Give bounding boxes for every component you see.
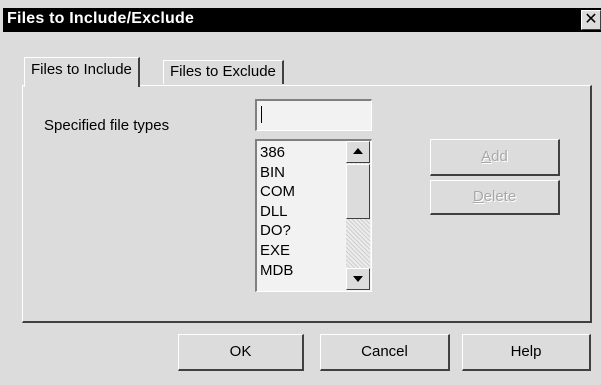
list-item[interactable]: EXE bbox=[260, 241, 295, 261]
close-icon: ✕ bbox=[584, 11, 598, 28]
add-button-label: dd bbox=[491, 148, 508, 165]
scroll-up-arrow-icon bbox=[353, 148, 363, 154]
list-item[interactable]: DO? bbox=[260, 221, 295, 241]
list-item[interactable]: MDB bbox=[260, 261, 295, 281]
tab-files-to-exclude[interactable]: Files to Exclude bbox=[163, 60, 284, 84]
delete-button-mnemonic: D bbox=[472, 188, 484, 205]
list-item[interactable]: COM bbox=[260, 182, 295, 202]
list-item[interactable]: DLL bbox=[260, 202, 295, 222]
ok-button[interactable]: OK bbox=[178, 334, 304, 371]
title-bar[interactable]: Files to Include/Exclude ✕ bbox=[3, 8, 601, 32]
tab-files-to-include[interactable]: Files to Include bbox=[24, 57, 140, 87]
add-button-mnemonic: A bbox=[481, 148, 492, 165]
file-types-list: 386 BIN COM DLL DO? EXE MDB bbox=[260, 143, 295, 280]
close-button[interactable]: ✕ bbox=[581, 10, 601, 30]
scrollbar-thumb[interactable] bbox=[346, 164, 370, 219]
scroll-down-button[interactable] bbox=[346, 268, 370, 290]
file-type-input[interactable] bbox=[255, 99, 372, 131]
files-include-exclude-dialog: Files to Include/Exclude ✕ Files to Incl… bbox=[0, 0, 601, 385]
window-title: Files to Include/Exclude bbox=[7, 10, 195, 27]
cancel-button[interactable]: Cancel bbox=[320, 334, 450, 371]
file-types-listbox[interactable]: 386 BIN COM DLL DO? EXE MDB bbox=[255, 139, 372, 292]
list-item[interactable]: BIN bbox=[260, 163, 295, 183]
list-item[interactable]: 386 bbox=[260, 143, 295, 163]
scroll-up-button[interactable] bbox=[346, 141, 370, 163]
delete-button-label: elete bbox=[483, 188, 517, 205]
text-caret bbox=[261, 106, 262, 123]
scroll-down-arrow-icon bbox=[353, 276, 363, 282]
vertical-scrollbar[interactable] bbox=[346, 141, 370, 290]
help-button[interactable]: Help bbox=[462, 334, 591, 371]
add-button[interactable]: Add bbox=[430, 139, 560, 176]
delete-button[interactable]: Delete bbox=[430, 180, 560, 215]
specified-file-types-label: Specified file types bbox=[44, 117, 170, 134]
